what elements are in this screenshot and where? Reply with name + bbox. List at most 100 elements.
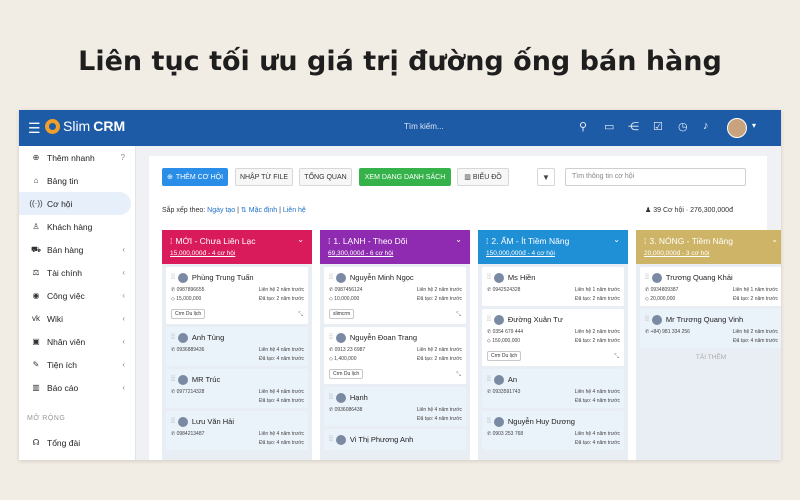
- sort-by-created[interactable]: Ngày tạo: [207, 207, 235, 214]
- opportunity-card[interactable]: ⁞⁞ Ms Hiền ✆ 0942524328 Liên hệ 1 năm trước…: [482, 267, 624, 306]
- sidebar-item-tasks[interactable]: ◉ Công việc ‹: [19, 284, 131, 307]
- card-tag[interactable]: Crm Du lịch: [329, 369, 364, 379]
- drag-handle-icon[interactable]: ⁞⁞: [171, 418, 175, 425]
- sidebar-item-utilities[interactable]: ✎ Tiện ích ‹: [19, 353, 131, 376]
- sidebar-item-opportunities[interactable]: ((·)) Cơ hội: [19, 192, 131, 215]
- id-card-icon[interactable]: ▭: [604, 120, 614, 133]
- list-view-button[interactable]: XEM DẠNG DANH SÁCH: [359, 168, 451, 186]
- sidebar-item-staff[interactable]: ▣ Nhân viên ‹: [19, 330, 131, 353]
- contact-name[interactable]: Trương Quang Khải: [666, 273, 733, 282]
- contact-name[interactable]: Vi Thị Phương Anh: [350, 435, 413, 444]
- card-tag[interactable]: Crm Du lịch: [171, 309, 206, 319]
- opportunity-card[interactable]: ⁞⁞ Nguyễn Minh Ngọc ✆ 0987456124 Liên hệ 2 …: [324, 267, 466, 324]
- expand-icon[interactable]: ⤡: [456, 372, 461, 379]
- sidebar-item-finance[interactable]: ⚖ Tài chính ‹: [19, 261, 131, 284]
- overview-button[interactable]: TỔNG QUAN: [299, 168, 352, 186]
- opportunity-card[interactable]: ⁞⁞ Vi Thị Phương Anh: [324, 429, 466, 450]
- bell-icon[interactable]: ♪: [703, 120, 709, 132]
- opportunity-search-input[interactable]: Tìm thông tin cơ hội: [565, 168, 746, 186]
- contact-name[interactable]: Ms Hiền: [508, 273, 536, 282]
- filter-button[interactable]: ▼: [537, 168, 555, 186]
- drag-handle-icon[interactable]: ⁞⁞: [171, 274, 175, 281]
- chevron-down-icon[interactable]: ⌄: [771, 235, 778, 244]
- drag-handle-icon[interactable]: ⁞⁞: [487, 418, 491, 425]
- drag-handle-icon[interactable]: ⁞⁞: [645, 274, 649, 281]
- column-header[interactable]: ⁞ 1. LẠNH - Theo Dõi 69,300,000đ - 6 cơ hộ…: [320, 230, 470, 264]
- drag-handle-icon[interactable]: ⁞⁞: [171, 376, 175, 383]
- logo-prefix: Slim: [63, 118, 91, 134]
- sidebar-item-reports[interactable]: ▥ Báo cáo ‹: [19, 376, 131, 399]
- global-search[interactable]: Tìm kiếm...: [404, 122, 444, 131]
- drag-handle-icon[interactable]: ⁞⁞: [645, 316, 649, 323]
- column-header[interactable]: ⁞ 3. NÓNG - Tiềm Năng 20,000,000đ - 3 cơ h…: [636, 230, 781, 264]
- contact-name[interactable]: MR Trúc: [192, 375, 220, 384]
- load-more-button[interactable]: TẢI THÊM: [640, 354, 781, 361]
- drag-handle-icon[interactable]: ⁞⁞: [487, 316, 491, 323]
- opportunity-card[interactable]: ⁞⁞ Trương Quang Khải ✆ 0934809387 Liên hệ 1…: [640, 267, 781, 306]
- drag-handle-icon[interactable]: ⁞⁞: [171, 334, 175, 341]
- sidebar-item-customers[interactable]: ♙ Khách hàng: [19, 215, 131, 238]
- contact-name[interactable]: Anh Tùng: [192, 333, 224, 342]
- drag-handle-icon[interactable]: ⁞⁞: [487, 376, 491, 383]
- opportunity-card[interactable]: ⁞⁞ Mr Trương Quang Vinh ✆ +84) 981 334 256…: [640, 309, 781, 348]
- add-opportunity-button[interactable]: ⊕ THÊM CƠ HỘI: [162, 168, 228, 186]
- contact-name[interactable]: Phùng Trung Tuấn: [192, 273, 254, 282]
- search-icon[interactable]: ⚲: [579, 120, 587, 133]
- drag-handle-icon[interactable]: ⁞⁞: [329, 436, 333, 443]
- chevron-down-icon[interactable]: ⌄: [455, 235, 462, 244]
- sort-by-default[interactable]: Mặc định: [249, 207, 277, 214]
- clock-icon[interactable]: ◷: [678, 120, 688, 133]
- sidebar-item-sales[interactable]: ⛟ Bán hàng ‹: [19, 238, 131, 261]
- expand-icon[interactable]: ⤡: [614, 354, 619, 361]
- help-icon[interactable]: ?: [121, 153, 125, 162]
- drag-handle-icon[interactable]: ⁞⁞: [329, 334, 333, 341]
- share-icon[interactable]: ⋲: [628, 120, 639, 133]
- column-header[interactable]: ⁞ 2. ẤM - Ít Tiềm Năng 150,000,000đ - 4 cơ…: [478, 230, 628, 264]
- sidebar-item-wiki[interactable]: vk Wiki ‹: [19, 307, 131, 330]
- drag-handle-icon[interactable]: ⁞: [644, 236, 646, 246]
- contact-name[interactable]: Nguyễn Minh Ngọc: [350, 273, 414, 282]
- expand-icon[interactable]: ⤡: [456, 312, 461, 319]
- menu-icon[interactable]: ☰: [28, 120, 41, 137]
- expand-icon[interactable]: ⤡: [298, 312, 303, 319]
- opportunity-card[interactable]: ⁞⁞ MR Trúc ✆ 0977214328 Liên hệ 4 năm trước…: [166, 369, 308, 408]
- opportunity-card[interactable]: ⁞⁞ Hạnh ✆ 0936086438 Liên hệ 4 năm trước Đã …: [324, 387, 466, 426]
- opportunity-card[interactable]: ⁞⁞ Lưu Văn Hải ✆ 0984213487 Liên hệ 4 năm t…: [166, 411, 308, 450]
- contact-name[interactable]: Nguyễn Huy Dương: [508, 417, 575, 426]
- opportunity-card[interactable]: ⁞⁞ An ✆ 0933591743 Liên hệ 4 năm trước Đã tạ…: [482, 369, 624, 408]
- opportunity-card[interactable]: ⁞⁞ Nguyễn Đoan Trang ✆ 0913 23 6987 Liên hệ…: [324, 327, 466, 384]
- user-avatar[interactable]: [727, 118, 747, 138]
- opportunity-card[interactable]: ⁞⁞ Đường Xuân Tư ✆ 0354 679 444 Liên hệ 2 n…: [482, 309, 624, 366]
- drag-handle-icon[interactable]: ⁞: [170, 236, 172, 246]
- contact-name[interactable]: Lưu Văn Hải: [192, 417, 234, 426]
- drag-handle-icon[interactable]: ⁞⁞: [487, 274, 491, 281]
- drag-handle-icon[interactable]: ⁞⁞: [329, 394, 333, 401]
- opportunity-card[interactable]: ⁞⁞ Phùng Trung Tuấn ✆ 0987896655 Liên hệ 2 …: [166, 267, 308, 324]
- chart-button[interactable]: ▥ BIỂU ĐỒ: [457, 168, 509, 186]
- drag-handle-icon[interactable]: ⁞⁞: [329, 274, 333, 281]
- app-logo[interactable]: Slim CRM: [45, 118, 125, 134]
- import-file-button[interactable]: NHẬP TỪ FILE: [235, 168, 293, 186]
- card-tag[interactable]: Crm Du lịch: [487, 351, 522, 361]
- opportunity-card[interactable]: ⁞⁞ Anh Tùng ✆ 0936889436 Liên hệ 4 năm trướ…: [166, 327, 308, 366]
- sidebar-item-news[interactable]: ⌂ Bảng tin: [19, 169, 131, 192]
- contact-name[interactable]: Hạnh: [350, 393, 368, 402]
- column-header[interactable]: ⁞ MỚI - Chưa Liên Lạc 15,000,000đ - 4 cơ h…: [162, 230, 312, 264]
- contact-name[interactable]: Mr Trương Quang Vinh: [666, 315, 743, 324]
- chevron-down-icon[interactable]: ⌄: [613, 235, 620, 244]
- id-card-icon: ▣: [32, 337, 40, 346]
- column-title: ⁞ MỚI - Chưa Liên Lạc: [170, 236, 304, 246]
- drag-handle-icon[interactable]: ⁞: [486, 236, 488, 246]
- opportunity-card[interactable]: ⁞⁞ Nguyễn Huy Dương ✆ 0903 253 768 Liên hệ …: [482, 411, 624, 450]
- contact-name[interactable]: Đường Xuân Tư: [508, 315, 563, 324]
- card-tag[interactable]: slimcrm: [329, 309, 355, 319]
- drag-handle-icon[interactable]: ⁞: [328, 236, 330, 246]
- sidebar-item-callcenter[interactable]: ☊ Tổng đài: [19, 431, 131, 454]
- chevron-down-icon[interactable]: ⌄: [297, 235, 304, 244]
- contact-name[interactable]: Nguyễn Đoan Trang: [350, 333, 417, 342]
- chevron-down-icon[interactable]: ▾: [752, 121, 756, 130]
- sort-by-contact[interactable]: Liên hệ: [283, 207, 306, 214]
- sidebar-quick-add[interactable]: ⊕ Thêm nhanh ?: [19, 146, 131, 169]
- contact-name[interactable]: An: [508, 375, 517, 384]
- task-check-icon[interactable]: ☑: [653, 120, 663, 133]
